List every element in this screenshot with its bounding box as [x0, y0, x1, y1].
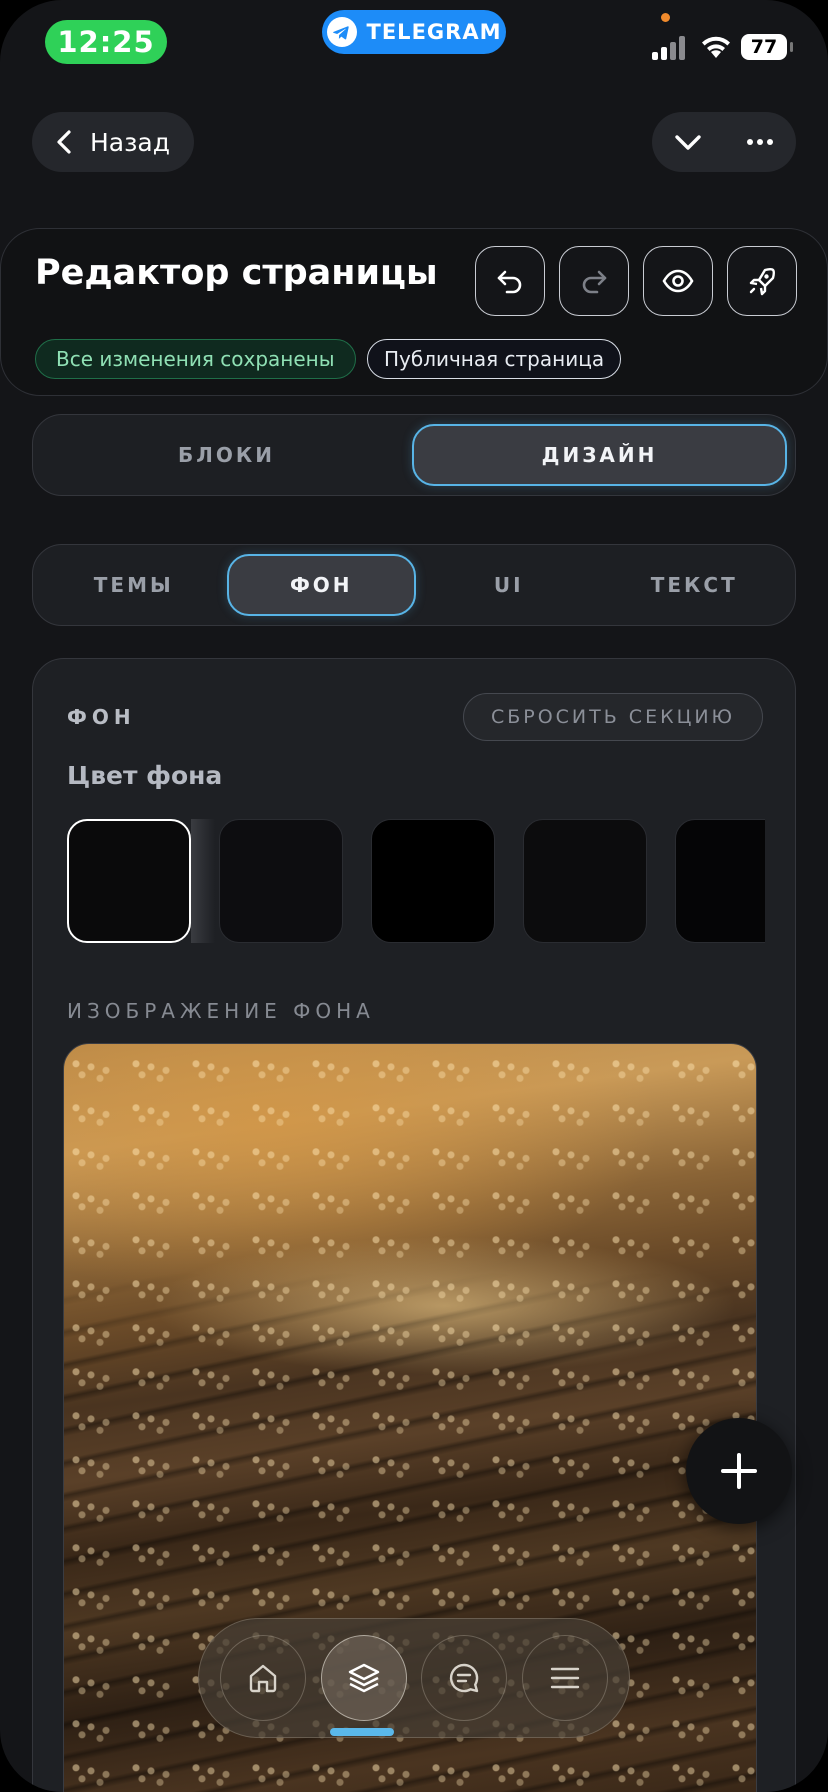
tab-design[interactable]: ДИЗАЙН [412, 424, 787, 486]
privacy-indicator [661, 13, 670, 22]
signal-icon [652, 34, 685, 60]
color-swatch[interactable] [219, 819, 343, 943]
window-controls [652, 112, 796, 172]
color-swatch[interactable] [675, 819, 765, 943]
battery-indicator: 77 [741, 34, 793, 60]
back-button[interactable]: Назад [32, 112, 194, 172]
app-screen: 12:25 TELEGRAM 77 Назад Редактор страниц… [0, 0, 828, 1792]
tab-ui[interactable]: UI [416, 554, 602, 616]
color-swatch[interactable] [523, 819, 647, 943]
background-image-label: ИЗОБРАЖЕНИЕ ФОНА [67, 999, 375, 1023]
visibility-badge[interactable]: Публичная страница [367, 339, 622, 379]
more-icon[interactable] [743, 125, 777, 159]
editor-toolbar [475, 246, 797, 316]
telegram-icon [326, 17, 357, 47]
redo-icon [582, 270, 607, 294]
chevron-down-icon[interactable] [671, 125, 705, 159]
rocket-icon [749, 268, 775, 296]
wifi-icon [702, 36, 730, 58]
undo-button[interactable] [475, 246, 545, 316]
section-title: ФОН [67, 705, 136, 729]
mode-tabs: БЛОКИ ДИЗАЙН [32, 414, 796, 496]
chat-icon [450, 1663, 479, 1693]
saved-status-badge: Все изменения сохранены [35, 339, 356, 379]
page-title: Редактор страницы [35, 253, 438, 293]
dock-home-button[interactable] [220, 1635, 307, 1721]
plus-icon [721, 1453, 757, 1489]
tab-themes[interactable]: ТЕМЫ [41, 554, 227, 616]
chevron-left-icon [57, 130, 71, 154]
color-swatch[interactable] [67, 819, 191, 943]
add-button[interactable] [686, 1418, 792, 1524]
back-label: Назад [90, 127, 171, 157]
color-swatch[interactable] [371, 819, 495, 943]
dock-menu-button[interactable] [521, 1635, 608, 1721]
home-icon [250, 1664, 277, 1693]
tab-background[interactable]: ФОН [226, 554, 416, 616]
publish-button[interactable] [727, 246, 797, 316]
undo-icon [497, 270, 522, 294]
design-tabs: ТЕМЫ ФОН UI ТЕКСТ [32, 544, 796, 626]
background-color-label: Цвет фона [67, 761, 223, 790]
status-time: 12:25 [45, 20, 167, 64]
active-tab-indicator [330, 1728, 394, 1736]
tab-blocks[interactable]: БЛОКИ [41, 424, 412, 486]
selection-shadow [191, 819, 215, 943]
menu-icon [550, 1667, 579, 1689]
reset-section-button[interactable]: СБРОСИТЬ СЕКЦИЮ [463, 693, 763, 741]
bottom-dock [198, 1618, 630, 1738]
redo-button[interactable] [559, 246, 629, 316]
eye-icon [662, 269, 694, 293]
telegram-label: TELEGRAM [366, 20, 502, 44]
dock-chat-button[interactable] [421, 1635, 508, 1721]
dock-layers-button[interactable] [320, 1635, 407, 1721]
telegram-return-pill[interactable]: TELEGRAM [322, 10, 506, 54]
preview-button[interactable] [643, 246, 713, 316]
editor-header: Редактор страницы Все изменения сохранен… [0, 228, 828, 396]
layers-icon [348, 1663, 379, 1693]
color-swatch-list [67, 819, 765, 943]
tab-text[interactable]: ТЕКСТ [602, 554, 788, 616]
